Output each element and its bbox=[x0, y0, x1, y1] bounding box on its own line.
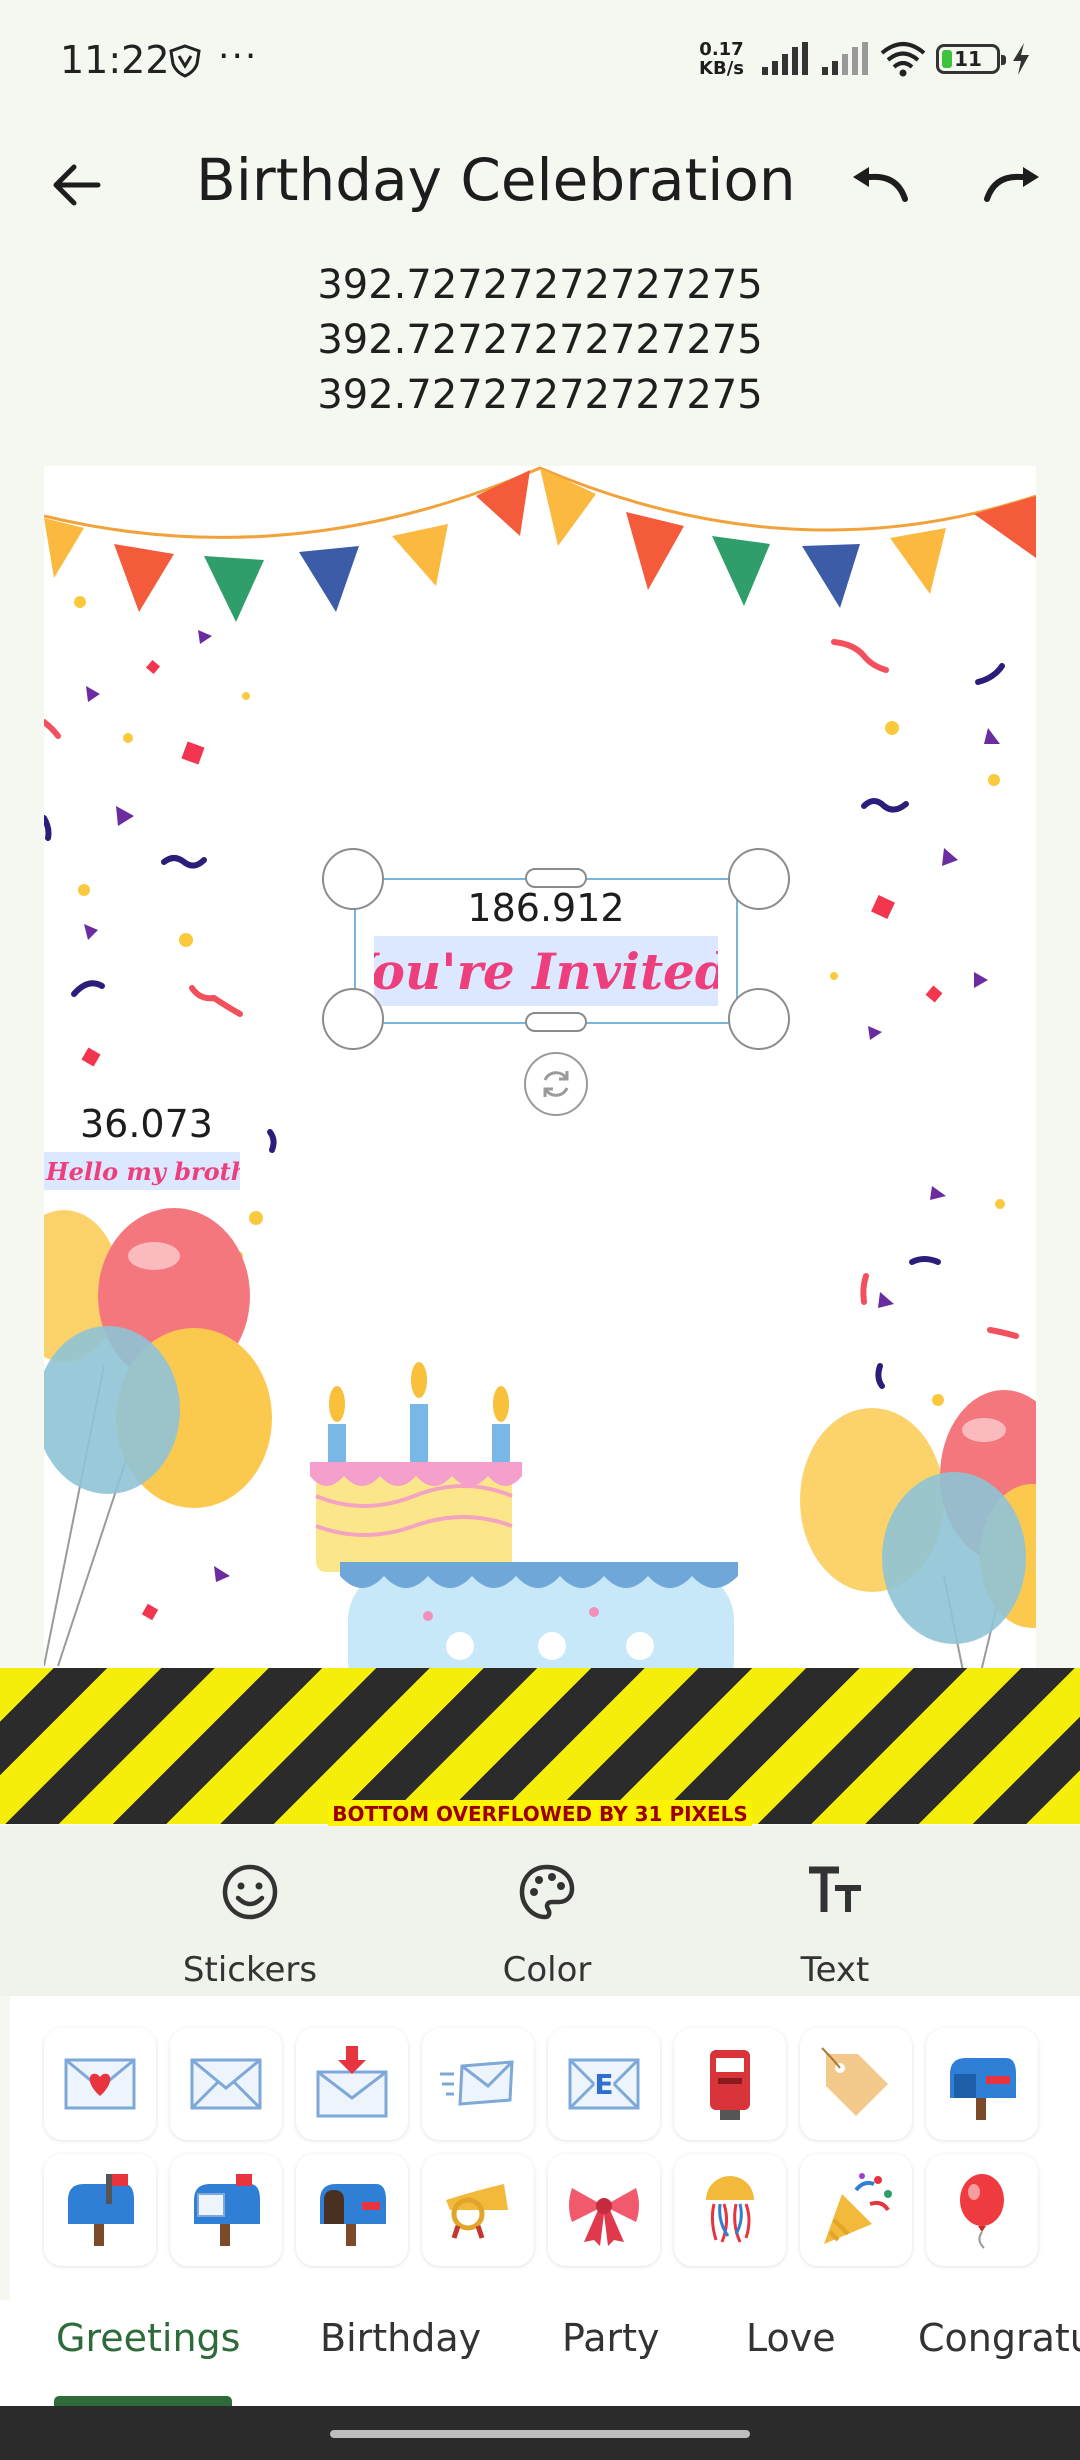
postbox-icon bbox=[710, 2050, 750, 2120]
resize-handle-top-left[interactable] bbox=[322, 848, 384, 910]
resize-handle-bottom-left[interactable] bbox=[322, 988, 384, 1050]
tool-stickers[interactable]: Stickers bbox=[150, 1826, 350, 1996]
smiley-icon bbox=[222, 1864, 278, 1920]
text-size-readout: 186.912 bbox=[467, 886, 625, 930]
design-canvas[interactable]: 186.912 You're Invited! 36.073 Hello my … bbox=[44, 466, 1036, 1676]
active-tab-indicator bbox=[54, 2396, 232, 2406]
resize-handle-top-right[interactable] bbox=[728, 848, 790, 910]
sticker-postal-horn[interactable] bbox=[422, 2154, 534, 2266]
status-time: 11:22 bbox=[60, 38, 170, 82]
second-text-size-readout: 36.073 bbox=[80, 1102, 213, 1146]
debug-values: 392.72727272727275 392.72727272727275 39… bbox=[0, 258, 1080, 423]
status-bar: 11:22 ··· 0.17 KB/s 11 bbox=[0, 0, 1080, 130]
mailbox-raised-flag-icon bbox=[68, 2174, 134, 2246]
tab-love[interactable]: Love bbox=[746, 2316, 836, 2360]
incoming-envelope-icon bbox=[316, 2046, 388, 2118]
mailbox-closed-flag-icon bbox=[950, 2058, 1016, 2120]
tab-party[interactable]: Party bbox=[562, 2316, 660, 2360]
signal-strength-icon-2 bbox=[822, 42, 868, 75]
postal-horn-icon bbox=[446, 2184, 508, 2239]
flying-envelope-icon bbox=[440, 2060, 514, 2106]
sticker-balloon[interactable] bbox=[926, 2154, 1038, 2266]
selected-text-content[interactable]: You're Invited! bbox=[374, 936, 718, 1006]
tool-text-label: Text bbox=[800, 1950, 870, 1990]
debug-line: 392.72727272727275 bbox=[317, 262, 763, 308]
tab-congratulations[interactable]: Congratu bbox=[918, 2316, 1080, 2360]
sticker-party-popper[interactable] bbox=[800, 2154, 912, 2266]
signal-strength-icon bbox=[762, 42, 808, 75]
tool-stickers-label: Stickers bbox=[182, 1950, 318, 1990]
battery-icon: 11 bbox=[936, 44, 1006, 74]
vpn-shield-icon bbox=[169, 44, 201, 78]
undo-icon bbox=[853, 167, 908, 202]
sticker-category-tabs: Greetings Birthday Party Love Congratu bbox=[0, 2300, 1080, 2406]
overflow-warning: BOTTOM OVERFLOWED BY 31 PIXELS bbox=[0, 1800, 1080, 1828]
ribbon-icon bbox=[569, 2188, 639, 2246]
back-button[interactable] bbox=[40, 148, 114, 222]
status-more-dots: ··· bbox=[218, 36, 259, 77]
resize-handle-bottom[interactable] bbox=[525, 1012, 587, 1032]
palette-icon bbox=[519, 1864, 575, 1920]
redo-icon bbox=[984, 167, 1039, 202]
envelope-icon bbox=[190, 2058, 262, 2110]
sticker-mailbox-closed-flag[interactable] bbox=[926, 2028, 1038, 2140]
sticker-mailbox-raised-flag[interactable] bbox=[44, 2154, 156, 2266]
battery-level: 11 bbox=[954, 47, 982, 71]
page-title: Birthday Celebration bbox=[196, 146, 796, 214]
rotate-icon bbox=[543, 1071, 569, 1097]
sticker-mailbox-no-mail[interactable] bbox=[296, 2154, 408, 2266]
email-envelope-icon: E bbox=[568, 2058, 640, 2110]
second-text-element[interactable]: Hello my brother bbox=[44, 1152, 240, 1190]
sticker-confetti-ball[interactable] bbox=[674, 2154, 786, 2266]
sticker-envelope[interactable] bbox=[170, 2028, 282, 2140]
wifi-icon bbox=[880, 42, 926, 77]
love-letter-icon bbox=[64, 2058, 136, 2110]
charging-bolt-icon bbox=[1013, 43, 1029, 75]
arrow-left-icon bbox=[53, 164, 101, 206]
sticker-mailbox-with-mail[interactable] bbox=[170, 2154, 282, 2266]
balloon-icon bbox=[960, 2174, 1004, 2249]
app-bar: Birthday Celebration bbox=[0, 130, 1080, 240]
tab-greetings[interactable]: Greetings bbox=[56, 2316, 240, 2360]
confetti-ball-icon bbox=[706, 2176, 754, 2243]
mailbox-no-mail-icon bbox=[320, 2184, 386, 2246]
tool-color[interactable]: Color bbox=[447, 1826, 647, 1996]
network-speed-unit: KB/s bbox=[699, 58, 744, 79]
resize-handle-top[interactable] bbox=[525, 868, 587, 888]
sticker-love-letter[interactable] bbox=[44, 2028, 156, 2140]
svg-text:E: E bbox=[594, 2068, 613, 2101]
debug-line: 392.72727272727275 bbox=[317, 317, 763, 363]
sticker-email-envelope[interactable]: E bbox=[548, 2028, 660, 2140]
tag-label-icon bbox=[821, 2047, 888, 2116]
sticker-flying-envelope[interactable] bbox=[422, 2028, 534, 2140]
mailbox-with-mail-icon bbox=[194, 2174, 260, 2246]
text-size-icon bbox=[809, 1866, 861, 1912]
tool-text[interactable]: Text bbox=[735, 1826, 935, 1996]
tool-panel: Stickers Color Text bbox=[0, 1826, 1080, 1996]
tab-birthday[interactable]: Birthday bbox=[320, 2316, 481, 2360]
sticker-postbox[interactable] bbox=[674, 2028, 786, 2140]
sticker-ribbon[interactable] bbox=[548, 2154, 660, 2266]
undo-button[interactable] bbox=[842, 148, 916, 222]
overflow-warning-text: BOTTOM OVERFLOWED BY 31 PIXELS bbox=[328, 1800, 752, 1828]
network-speed: 0.17 KB/s bbox=[699, 40, 744, 78]
sticker-tag-label[interactable] bbox=[800, 2028, 912, 2140]
system-navigation-bar bbox=[0, 2406, 1080, 2460]
tool-color-label: Color bbox=[502, 1950, 592, 1990]
resize-handle-bottom-right[interactable] bbox=[728, 988, 790, 1050]
redo-button[interactable] bbox=[976, 148, 1050, 222]
sticker-incoming-envelope[interactable] bbox=[296, 2028, 408, 2140]
party-popper-icon bbox=[824, 2173, 892, 2244]
network-speed-value: 0.17 bbox=[699, 39, 744, 60]
status-right-group: 0.17 KB/s 11 bbox=[699, 40, 1032, 78]
selected-text-element[interactable]: 186.912 You're Invited! bbox=[354, 878, 738, 1024]
debug-line: 392.72727272727275 bbox=[317, 372, 763, 418]
rotate-handle[interactable] bbox=[524, 1052, 588, 1116]
home-gesture-handle[interactable] bbox=[330, 2430, 750, 2438]
